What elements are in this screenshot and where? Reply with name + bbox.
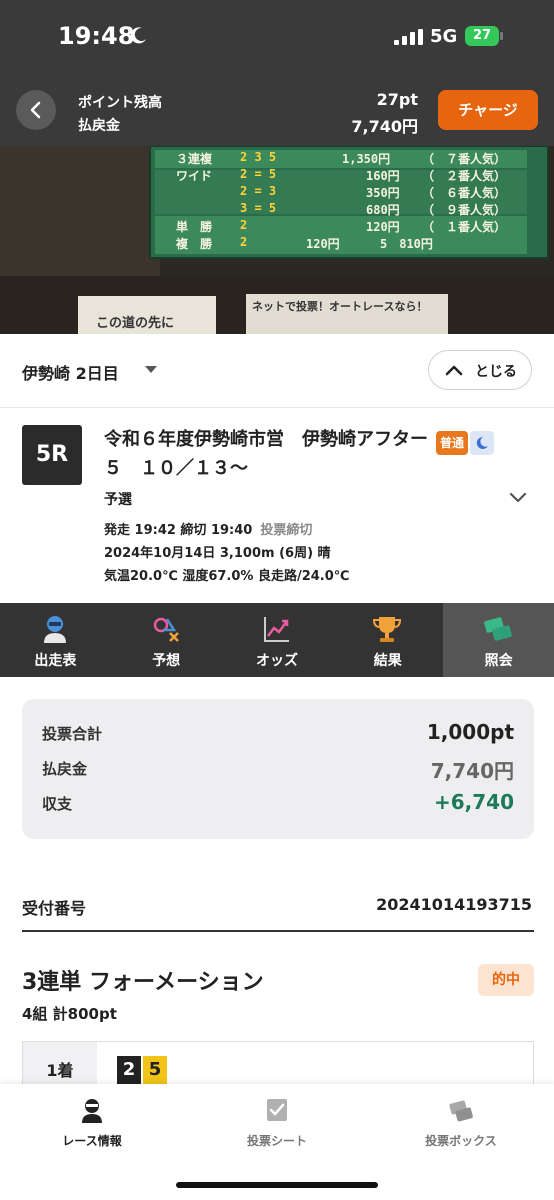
nav-ballot-box[interactable]: 投票ボックス	[369, 1084, 553, 1168]
moon-icon	[130, 27, 146, 44]
race-info-icon	[82, 1099, 102, 1123]
battery-level: 27	[465, 26, 499, 46]
balance-summary-value: +6,740	[433, 790, 514, 814]
chevron-down-icon[interactable]	[508, 491, 528, 505]
racer-icon	[44, 616, 66, 643]
venue-dropdown[interactable]: 伊勢崎 2日目	[22, 360, 119, 384]
race-times: 発走 19:42 締切 19:40	[104, 523, 253, 538]
odds-row: 3 = 5 680円（ ９番人気）	[240, 201, 507, 217]
ticket-icon	[484, 617, 512, 641]
race-title: 令和６年度伊勢崎市営 伊勢崎アフター５ １０／１３〜	[104, 429, 428, 479]
payout-summary-label: 払戻金	[42, 760, 88, 778]
close-video-button[interactable]: とじる	[428, 350, 532, 390]
receipt-number-label: 受付番号	[22, 899, 87, 918]
hit-badge: 的中	[478, 964, 534, 996]
race-type-badge: 普通	[436, 431, 468, 455]
status-time: 19:48	[58, 22, 135, 50]
tab-entries[interactable]: 出走表	[0, 603, 111, 677]
total-bet-label: 投票合計	[42, 725, 103, 743]
odds-row: 単 勝 2 120円（ １番人気）	[176, 218, 507, 234]
trophy-icon	[373, 617, 402, 642]
receipt-number-value: 20241014193715	[376, 895, 532, 914]
balance-value: 27pt	[376, 90, 418, 109]
caret-down-icon[interactable]	[145, 366, 157, 373]
balance-summary-label: 収支	[42, 795, 73, 813]
status-bar: 19:48 5G 27	[0, 0, 554, 78]
charge-button[interactable]: チャージ	[438, 90, 538, 130]
tab-results[interactable]: 結果	[332, 603, 443, 677]
payout-value: 7,740円	[351, 117, 418, 136]
ballot-sheet-icon	[267, 1099, 287, 1121]
divider	[22, 930, 534, 932]
race-time-row: 発走 19:42 締切 19:40 投票締切	[104, 519, 312, 538]
close-label: とじる	[475, 364, 517, 380]
number-box: 2	[117, 1056, 141, 1084]
race-class: 予選	[104, 492, 132, 508]
balance-label: ポイント残高	[78, 95, 162, 111]
nav-race-info[interactable]: レース情報	[0, 1084, 184, 1168]
back-button[interactable]	[16, 90, 56, 130]
race-date: 2024年10月14日 3,100m (6周) 晴	[104, 546, 331, 561]
bet-count: 4組 計800pt	[22, 1005, 117, 1023]
prediction-icon	[153, 617, 179, 642]
total-bet-value: 1,000pt	[426, 720, 514, 744]
video-banner-left: この道の先に	[96, 316, 175, 331]
odds-row: 複 勝 2 120円 5 810円	[176, 235, 433, 251]
night-race-icon	[470, 431, 494, 455]
race-number: 5R	[22, 425, 82, 485]
race-tabbar: 出走表 予想 オッズ 結果 照会	[0, 603, 554, 677]
battery-icon: 27	[465, 26, 503, 46]
bet-summary-card: 投票合計 1,000pt 払戻金 7,740円 収支 +6,740	[22, 699, 534, 839]
odds-row: ワイド 2 = 5 160円（ ２番人気）	[176, 167, 507, 183]
payout-label: 払戻金	[78, 118, 120, 134]
odds-chart-icon	[263, 617, 289, 642]
video-banner-right: ネットで投票！オートレースなら！	[252, 300, 428, 313]
tab-prediction[interactable]: 予想	[111, 603, 222, 677]
voting-status: 投票締切	[260, 523, 313, 538]
odds-row: 2 = 3 350円（ ６番人気）	[240, 184, 507, 200]
chevron-left-icon	[30, 101, 41, 119]
point-header: ポイント残高 払戻金 27pt 7,740円 チャージ	[0, 78, 554, 146]
payout-summary-value: 7,740円	[430, 759, 514, 783]
ballot-box-icon	[449, 1100, 473, 1122]
network-type: 5G	[430, 26, 458, 47]
tab-inquiry[interactable]: 照会	[443, 603, 554, 677]
nav-ballot-sheet[interactable]: 投票シート	[185, 1084, 369, 1168]
home-indicator[interactable]	[176, 1182, 378, 1188]
race-info: 5R 令和６年度伊勢崎市営 伊勢崎アフター５ １０／１３〜 普通 予選 発走 1…	[0, 409, 554, 603]
tab-odds[interactable]: オッズ	[222, 603, 333, 677]
race-video[interactable]: ３連複 2 3 5 1,350円（ ７番人気） ワイド 2 = 5 160円（ ２番人気…	[0, 146, 554, 334]
race-conditions: 気温20.0℃ 湿度67.0% 良走路/24.0℃	[104, 569, 350, 584]
bet-type-title: 3連単 フォーメーション	[22, 970, 264, 995]
odds-row: ３連複 2 3 5 1,350円（ ７番人気）	[176, 150, 507, 166]
number-box: 5	[143, 1056, 167, 1084]
signal-icon	[394, 29, 423, 45]
odds-board: ３連複 2 3 5 1,350円（ ７番人気） ワイド 2 = 5 160円（ ２番人気…	[176, 150, 516, 252]
chevron-up-icon	[445, 365, 463, 376]
venue-selector-row: 伊勢崎 2日目 とじる	[0, 334, 554, 408]
